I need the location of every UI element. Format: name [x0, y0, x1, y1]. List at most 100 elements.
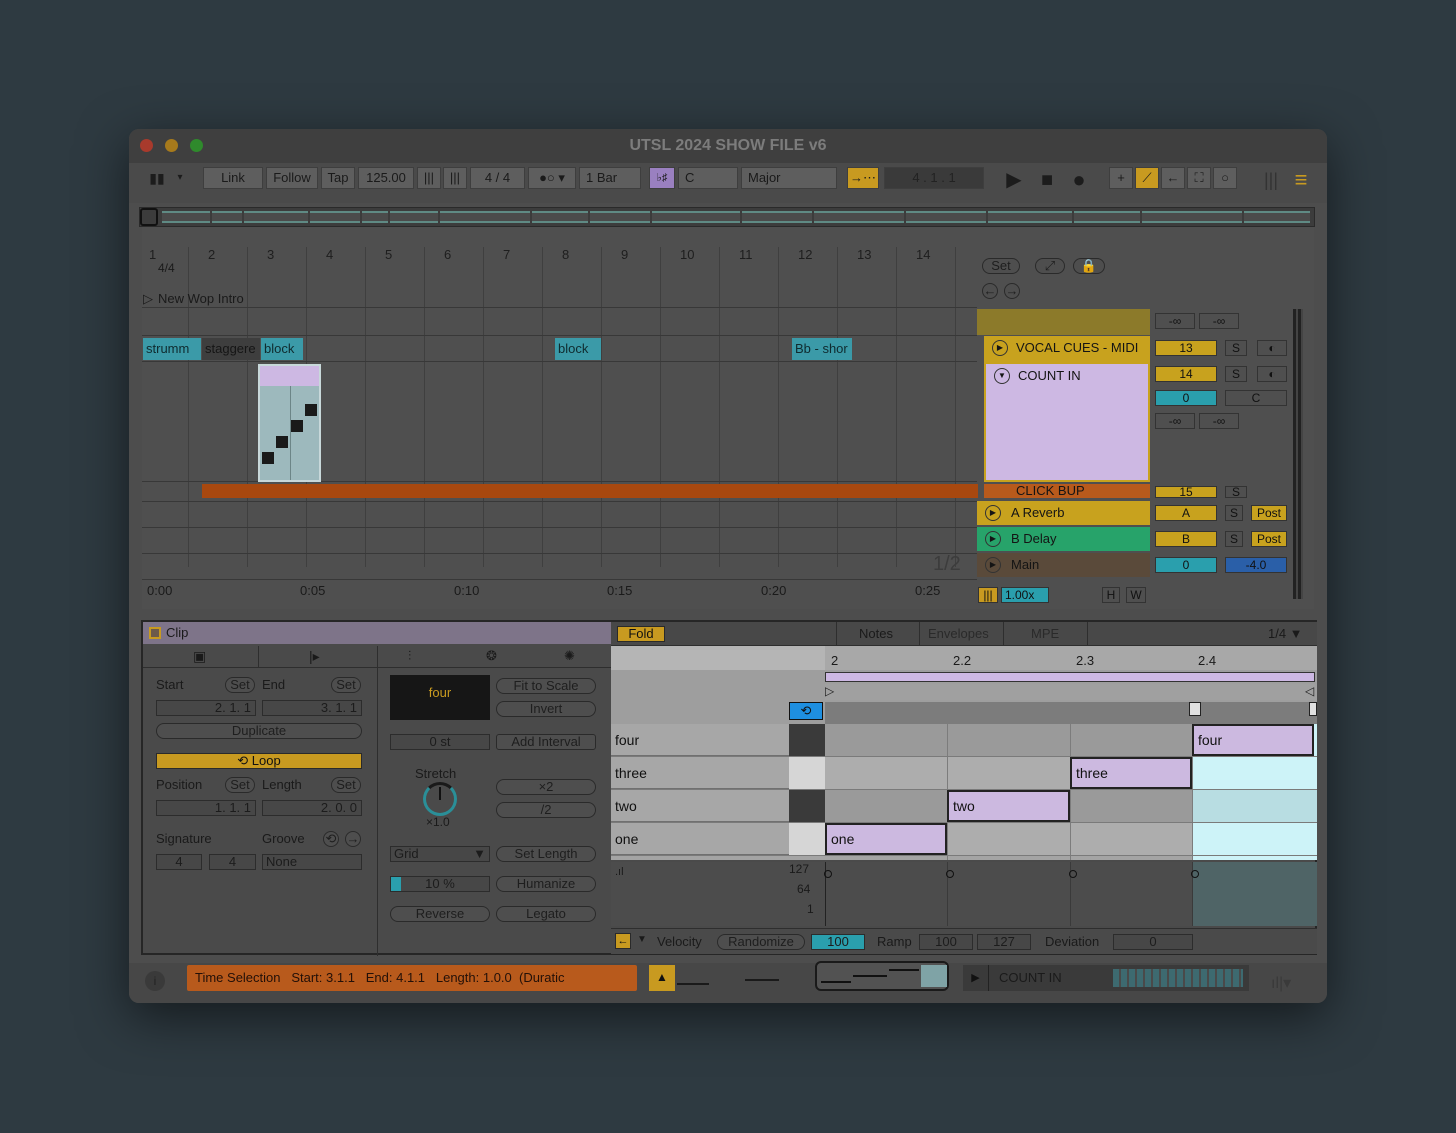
humanize-amount-field[interactable]: 10 % [390, 876, 490, 892]
arrangement-clip[interactable]: strumm [143, 338, 201, 360]
monitor-icon[interactable]: ◐ [1257, 366, 1287, 382]
link-button[interactable]: Link [203, 167, 263, 189]
set-length-button[interactable]: Set [331, 777, 361, 793]
overview-viewport[interactable] [140, 208, 158, 226]
generate-icon[interactable]: ✺ [564, 648, 575, 664]
follow-button[interactable]: Follow [266, 167, 318, 189]
key-label[interactable]: four [611, 724, 789, 756]
track-number-13[interactable]: 13 [1155, 340, 1217, 356]
arrangement-clip[interactable]: staggere [202, 338, 260, 360]
invert-button[interactable]: Invert [496, 701, 596, 717]
double-button[interactable]: ×2 [496, 779, 596, 795]
grid-dropdown[interactable]: Grid ▼ [390, 846, 490, 862]
track-pan[interactable]: C [1225, 390, 1287, 406]
clip-end-marker-icon[interactable] [1309, 702, 1317, 716]
sliders-icon[interactable]: ⫶ [408, 648, 411, 664]
lock-icon[interactable]: 🔒 [1073, 258, 1105, 274]
start-field[interactable]: 2. 1. 1 [156, 700, 256, 716]
time-signature-field[interactable]: 4 / 4 [470, 167, 525, 189]
velocity-handle[interactable] [1069, 870, 1077, 878]
midi-note-two[interactable]: two [947, 790, 1070, 822]
next-locator-icon[interactable]: → [1004, 283, 1020, 299]
scale-dropdown[interactable]: Major [741, 167, 837, 189]
play-icon[interactable]: ▶ [963, 965, 989, 991]
set-length-note-button[interactable]: Set Length [496, 846, 596, 862]
stop-icon[interactable]: ■ [1035, 169, 1059, 191]
solo-button[interactable]: S [1225, 505, 1243, 521]
scale-mode-button[interactable]: ♭♯ [649, 167, 675, 189]
transpose-field[interactable]: 0 st [390, 734, 490, 750]
loop-end-marker-icon[interactable] [1189, 702, 1201, 716]
track-number-15[interactable]: 15 [1155, 486, 1217, 498]
bar-number[interactable]: 7 [503, 247, 510, 262]
mini-clip-preview[interactable] [815, 961, 949, 991]
fold-button[interactable]: Fold [617, 626, 665, 642]
back-arrow-icon[interactable]: ← [615, 933, 631, 949]
halve-button[interactable]: /2 [496, 802, 596, 818]
velocity-handle[interactable] [1191, 870, 1199, 878]
ramp-end-field[interactable]: 127 [977, 934, 1031, 950]
track-header-count-in[interactable]: ▼ COUNT IN [984, 362, 1150, 482]
clip-name-display[interactable]: four [390, 675, 490, 720]
levels-icon[interactable]: ıl|▾ [1271, 973, 1311, 993]
tab-mpe[interactable]: MPE [1031, 626, 1059, 641]
start-marker-icon[interactable]: ▷ [825, 684, 834, 698]
loop-button[interactable]: ⟲ Loop [156, 753, 362, 769]
loop-brace[interactable] [825, 672, 1315, 682]
tempo-field[interactable]: 125.00 [358, 167, 414, 189]
bar-number[interactable]: 13 [857, 247, 871, 262]
return-b-label[interactable]: B [1155, 531, 1217, 547]
set-end-button[interactable]: Set [331, 677, 361, 693]
clip-tab-icon[interactable]: ▣ [193, 648, 206, 665]
midi-note-four[interactable]: four [1192, 724, 1314, 756]
monitor-icon[interactable]: ◐ [1257, 340, 1287, 356]
midi-note-one[interactable]: one [825, 823, 947, 855]
key-dropdown[interactable]: C [678, 167, 738, 189]
bar-number[interactable]: 14 [916, 247, 930, 262]
zoom-field[interactable]: 1.00x [1001, 587, 1049, 603]
bar-number[interactable]: 3 [267, 247, 274, 262]
bar-number[interactable]: 9 [621, 247, 628, 262]
grid-setting[interactable]: 1/4 ▼ [1268, 626, 1303, 641]
add-interval-button[interactable]: Add Interval [496, 734, 596, 750]
locator-arrow-icon[interactable]: ▷ [143, 291, 153, 307]
piano-key-white[interactable] [789, 757, 825, 789]
loop-record-icon[interactable]: ○ [1213, 167, 1237, 189]
bar-number[interactable]: 11 [739, 247, 753, 262]
prev-locator-icon[interactable]: ← [982, 283, 998, 299]
beat-marker[interactable]: 2.3 [1076, 653, 1094, 668]
w-button[interactable]: W [1126, 587, 1146, 603]
main-pan[interactable]: -4.0 [1225, 557, 1287, 573]
bar-number[interactable]: 5 [385, 247, 392, 262]
humanize-button[interactable]: Humanize [496, 876, 596, 892]
clip-color-swatch[interactable] [149, 627, 161, 639]
bar-number[interactable]: 8 [562, 247, 569, 262]
piano-key-white[interactable] [789, 823, 825, 855]
signature-denominator[interactable]: 4 [209, 854, 256, 870]
key-label[interactable]: three [611, 757, 789, 789]
beat-marker[interactable]: 2 [831, 653, 838, 668]
capture-icon[interactable]: ⛶ [1187, 167, 1211, 189]
warning-icon[interactable]: ▲ [649, 965, 675, 991]
audio-waveform-icon[interactable]: ||| [978, 587, 998, 603]
position-field[interactable]: 1. 1. 1 [156, 800, 256, 816]
track-play-icon[interactable]: ▶ [985, 557, 1001, 573]
nudge-up-button[interactable]: ||| [443, 167, 467, 189]
main-volume[interactable]: 0 [1155, 557, 1217, 573]
length-field[interactable]: 2. 0. 0 [262, 800, 362, 816]
groove-field[interactable]: None [262, 854, 362, 870]
piano-roll[interactable]: four three two one one two three four [611, 724, 1317, 860]
menu-icon[interactable]: ≡ [1289, 169, 1313, 191]
solo-button[interactable]: S [1225, 340, 1247, 356]
midi-note-three[interactable]: three [1070, 757, 1192, 789]
arrangement-clip[interactable]: block [261, 338, 303, 360]
bar-number[interactable]: 12 [798, 247, 812, 262]
metronome-button[interactable]: ●○ ▾ [528, 167, 576, 189]
track-volume[interactable]: 0 [1155, 390, 1217, 406]
arrangement-overview[interactable] [139, 207, 1315, 227]
groove-commit-icon[interactable]: → [345, 831, 361, 847]
post-button[interactable]: Post [1251, 505, 1287, 521]
automation-arm-icon[interactable]: ⟋ [1135, 167, 1159, 189]
expand-icon[interactable]: ⤢ [1035, 258, 1065, 274]
click-track-clip[interactable] [202, 484, 978, 498]
